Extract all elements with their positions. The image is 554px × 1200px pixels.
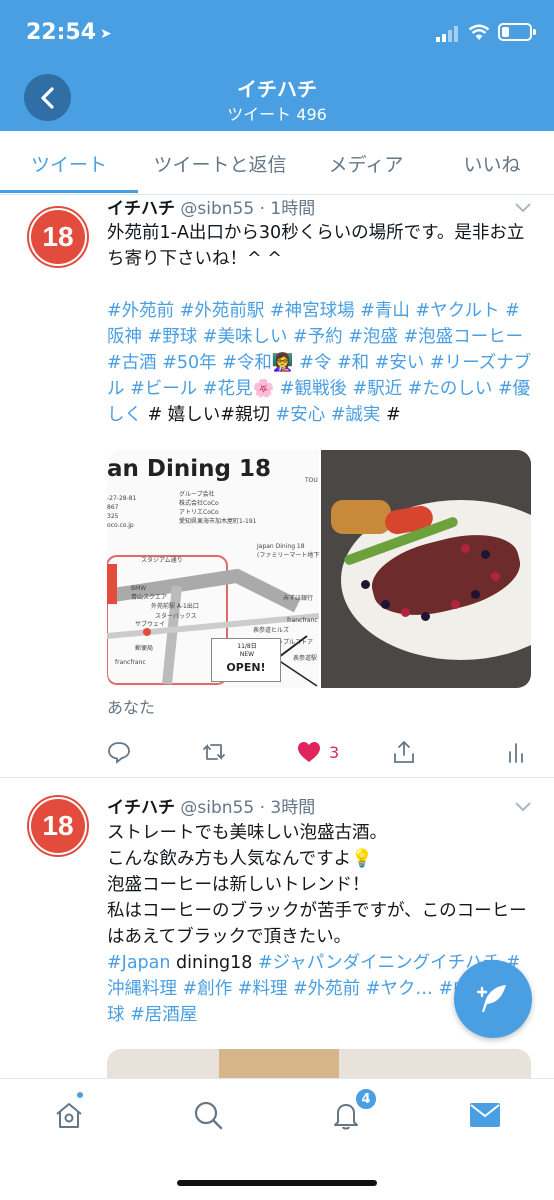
search-icon	[194, 1101, 223, 1130]
map-label-franc: francfranc	[115, 659, 146, 666]
analytics-icon	[509, 743, 523, 763]
author-name[interactable]: イチハチ	[107, 199, 175, 219]
nav-search[interactable]	[188, 1095, 228, 1135]
food-photo[interactable]	[321, 450, 531, 688]
profile-name-title: イチハチ	[237, 77, 317, 101]
tweet-media[interactable]: an Dining 18 -27-28-81 867 325 oco.co.jp…	[107, 450, 531, 688]
tab-media[interactable]: メディア	[302, 131, 430, 195]
berry-shape	[401, 608, 410, 617]
location-arrow-icon: ➤	[100, 26, 112, 42]
tweet-count: ツイート 496	[227, 105, 327, 124]
avatar[interactable]: 18	[27, 795, 89, 857]
avatar[interactable]: 18	[27, 206, 89, 268]
retweet-button[interactable]	[201, 739, 227, 765]
author-name[interactable]: イチハチ	[107, 798, 175, 818]
retweeted-by-label: あなた	[107, 698, 156, 717]
avatar-logo: 18	[31, 799, 85, 853]
tweet-header: イチハチ @sibn55 · 1時間	[107, 194, 315, 219]
plain-text-hashtags: # 嬉しい#親切	[147, 405, 270, 425]
profile-header: 22:54 ➤ イチハチ ツイート 496	[0, 0, 554, 131]
profile-tabs: ツイート ツイートと返信 メディア いいね	[0, 131, 554, 195]
battery-icon	[498, 23, 536, 41]
berry-shape	[361, 580, 370, 589]
tweet-item[interactable]: 18 イチハチ @sibn55 · 1時間 外苑前1-A出口から30秒くらいの場…	[0, 194, 554, 778]
map-image[interactable]: an Dining 18 -27-28-81 867 325 oco.co.jp…	[107, 450, 319, 688]
berry-shape	[421, 612, 430, 621]
map-label-bmw: BMW 青山スクエア	[131, 585, 168, 601]
hashtag-list-tail[interactable]: #安心 #誠実	[276, 405, 381, 425]
heart-icon	[298, 742, 320, 762]
nav-home[interactable]	[49, 1095, 89, 1135]
signal-icon	[436, 26, 458, 42]
tweet-text-line: 外苑前1-A出口から30秒くらいの場所です。是非お立ち寄り下さいね！^ ^	[107, 223, 525, 269]
map-label-franc2: francfranc	[287, 617, 318, 624]
active-tab-indicator	[0, 190, 138, 193]
fries-shape	[331, 500, 391, 534]
analytics-button[interactable]	[507, 739, 525, 765]
tweet-text-line: こんな飲み方も人気なんですよ💡	[107, 849, 373, 869]
share-button[interactable]	[393, 739, 415, 765]
berry-shape	[381, 600, 390, 609]
tab-likes[interactable]: いいね	[430, 131, 554, 195]
compose-tweet-button[interactable]	[454, 960, 532, 1038]
map-phone: -27-28-81 867 325 oco.co.jp	[107, 495, 137, 529]
tweet-body: 外苑前1-A出口から30秒くらいの場所です。是非お立ち寄り下さいね！^ ^ #外…	[107, 220, 532, 428]
chevron-down-icon[interactable]	[514, 202, 532, 214]
notification-badge: 4	[354, 1087, 378, 1111]
open-date: 11/8日 NEW	[237, 643, 257, 658]
reply-button[interactable]	[107, 739, 131, 765]
map-label-stadium: スタジアム通り	[141, 557, 183, 564]
nav-messages[interactable]	[465, 1095, 505, 1135]
tab-tweets-and-replies[interactable]: ツイートと返信	[138, 131, 302, 195]
map-label-store: Japan Dining 18 (ファミリーマート地下1階)	[257, 543, 319, 559]
hashtag-japan[interactable]: #Japan	[107, 953, 170, 973]
tweet-item[interactable]: 18 イチハチ @sibn55 · 3時間 ストレートでも美味しい泡盛古酒。 こ…	[0, 779, 554, 1089]
tweet-text-line: 私はコーヒーのブラックが苦手ですが、このコーヒーはあえてブラックで頂きたい。	[107, 901, 527, 947]
map-title: an Dining 18	[107, 456, 271, 482]
author-handle-time: @sibn55 · 1時間	[180, 199, 316, 219]
map-label-mizuho: みずほ銀行	[283, 595, 314, 602]
tweet-header: イチハチ @sibn55 · 3時間	[107, 793, 315, 818]
status-time: 22:54	[26, 20, 97, 45]
map-label-omotesando: 表参道駅	[293, 655, 318, 662]
tweet-text-line: 泡盛コーヒーは新しいトレンド！	[107, 875, 370, 895]
open-text: OPEN!	[226, 661, 266, 674]
tweet-hashtags: #外苑前 #外苑前駅 #神宮球場 #青山 #ヤクルト #阪神 #野球 #美味しい…	[107, 298, 532, 428]
chevron-down-icon[interactable]	[514, 801, 532, 813]
map-label-post: 郵便局	[135, 645, 154, 652]
trailing-hash: #	[386, 405, 401, 425]
map-label-subway: サブウェイ	[135, 621, 166, 628]
plain-text-dining: dining18	[170, 953, 259, 973]
tweet-text-line: ストレートでも美味しい泡盛古酒。	[107, 823, 387, 843]
home-icon	[56, 1103, 82, 1128]
tweet-actions: 3	[107, 739, 532, 765]
home-indicator	[177, 1180, 377, 1186]
berry-shape	[461, 544, 470, 553]
map-label-station: 外苑前駅 A-1出口	[151, 603, 199, 610]
map-label-tou: TOU	[305, 477, 318, 484]
author-handle-time: @sibn55 · 3時間	[180, 798, 316, 818]
like-count: 3	[329, 742, 340, 762]
open-badge: 11/8日 NEW OPEN!	[211, 638, 281, 682]
retweet-icon	[203, 743, 225, 761]
reply-icon	[108, 742, 130, 764]
home-notification-dot	[75, 1090, 85, 1100]
map-label-hills: 表参道ヒルズ	[253, 627, 290, 634]
feather-icon	[476, 985, 506, 1012]
map-company: グループ会社 株式会社CoCo アトリエCoCo 愛知県東海市加木屋町1-191	[179, 491, 257, 525]
like-button[interactable]: 3	[297, 739, 339, 765]
wifi-icon	[468, 24, 490, 40]
berry-shape	[481, 550, 490, 559]
mail-icon	[470, 1103, 500, 1127]
berry-shape	[471, 590, 480, 599]
share-icon	[394, 741, 414, 763]
berry-shape	[491, 572, 500, 581]
avatar-logo: 18	[31, 210, 85, 264]
berry-shape	[451, 600, 460, 609]
tab-tweets[interactable]: ツイート	[0, 131, 138, 195]
